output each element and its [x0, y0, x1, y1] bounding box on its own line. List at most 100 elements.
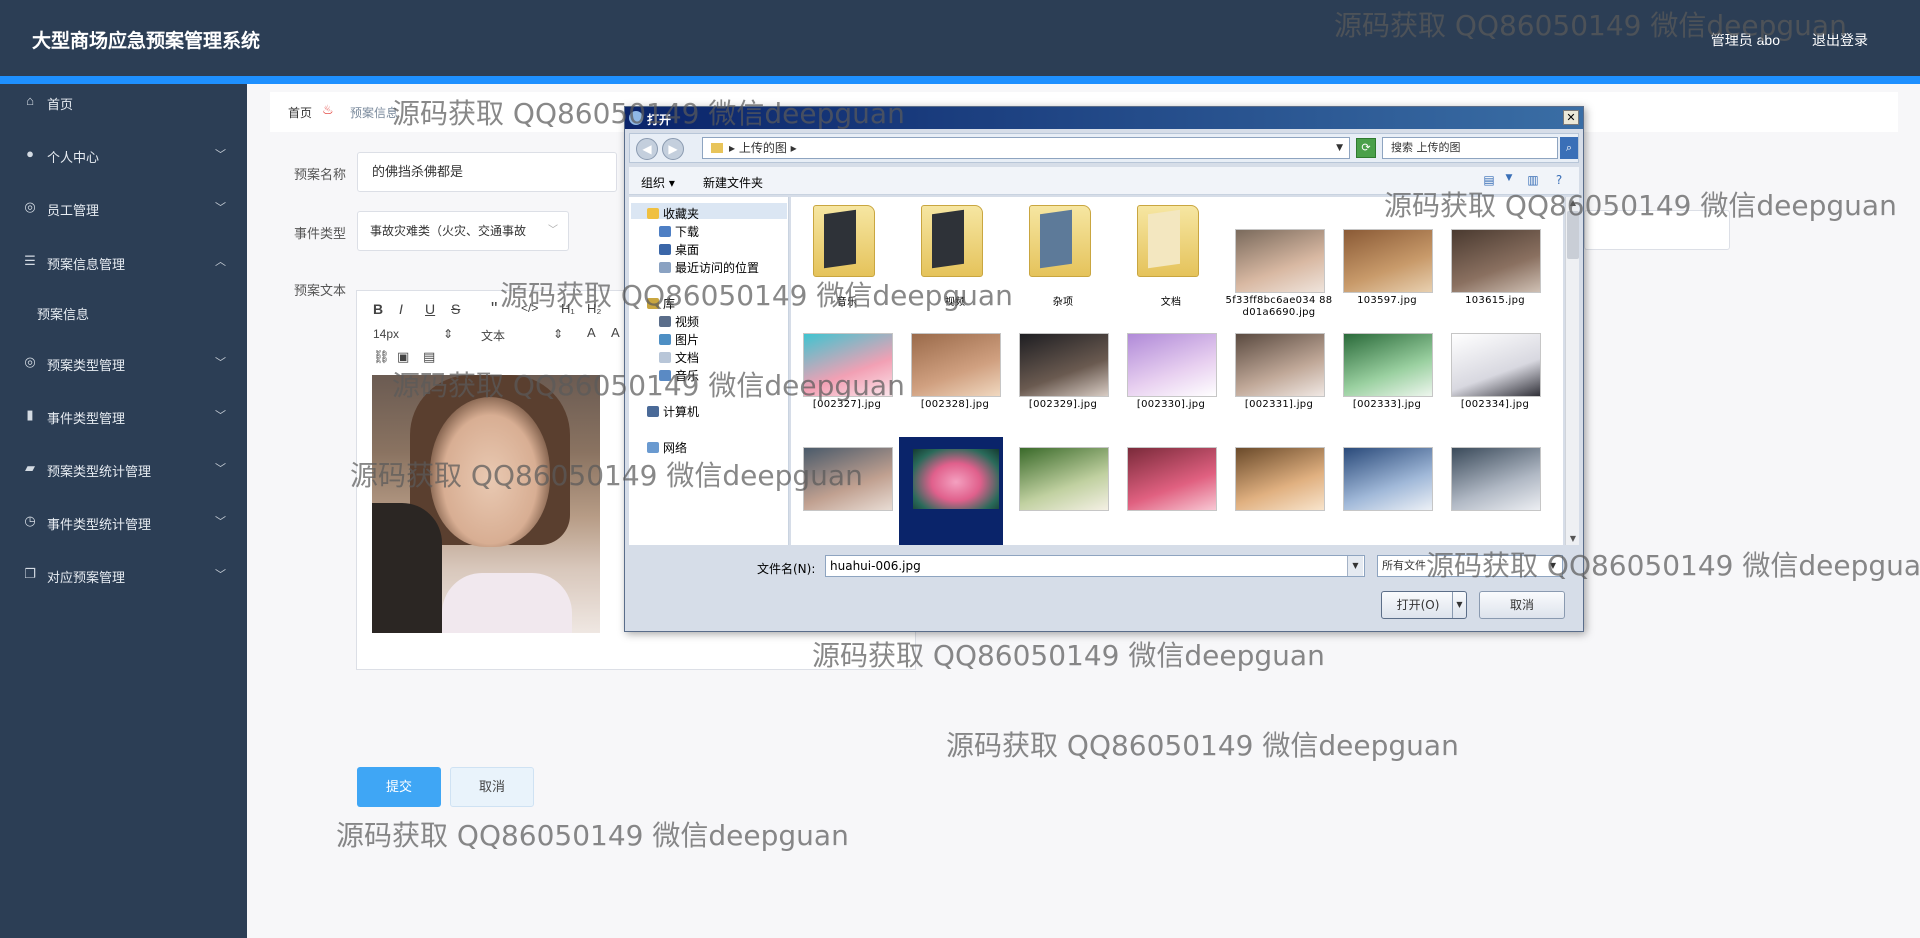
- sidebar-item-home[interactable]: ⌂ 首页: [0, 84, 247, 120]
- sidebar-subitem-plan-info[interactable]: 预案信息: [37, 296, 237, 326]
- image-file-tile[interactable]: 103615.jpg: [1439, 219, 1543, 337]
- back-icon[interactable]: ◀: [636, 138, 658, 160]
- close-icon[interactable]: ✕: [1563, 110, 1579, 125]
- dialog-command-bar: 组织 ▾ 新建文件夹 ▤ ▼ ▥ ?: [629, 167, 1579, 195]
- underline-icon[interactable]: U: [425, 301, 435, 317]
- dialog-title-bar[interactable]: 打开 ✕: [625, 107, 1583, 129]
- image-thumbnail: [803, 447, 893, 511]
- bold-icon[interactable]: B: [373, 301, 383, 317]
- picture-icon: [659, 334, 671, 345]
- background-color-icon[interactable]: A: [611, 325, 620, 340]
- image-file-tile-selected[interactable]: [899, 437, 1003, 545]
- search-input[interactable]: 搜索 上传的图: [1382, 137, 1558, 159]
- chevron-down-icon[interactable]: ▼: [1347, 556, 1363, 576]
- tree-item-videos[interactable]: 视频: [659, 313, 699, 330]
- tree-item-desktop[interactable]: 桌面: [659, 241, 699, 258]
- new-folder-button[interactable]: 新建文件夹: [703, 174, 763, 191]
- plan-name-input[interactable]: 的佛挡杀佛都是: [357, 152, 617, 192]
- video-icon[interactable]: ▤: [423, 349, 435, 365]
- submit-button[interactable]: 提交: [357, 767, 441, 807]
- refresh-icon[interactable]: ⟳: [1356, 138, 1376, 158]
- image-file-tile[interactable]: [1007, 437, 1111, 545]
- sidebar-item-profile[interactable]: ● 个人中心 ﹀: [0, 137, 247, 173]
- image-file-tile[interactable]: [002330].jpg: [1115, 323, 1219, 441]
- image-file-tile[interactable]: [791, 437, 895, 545]
- folder-tile[interactable]: 视频: [899, 197, 1003, 315]
- image-file-tile[interactable]: [002329].jpg: [1007, 323, 1111, 441]
- image-file-tile[interactable]: [1223, 437, 1327, 545]
- sidebar-item-matched-plans[interactable]: ❐ 对应预案管理 ﹀: [0, 557, 247, 593]
- code-icon[interactable]: </>: [521, 301, 538, 315]
- folder-tile[interactable]: 文档: [1115, 197, 1219, 315]
- folder-tile[interactable]: 音乐: [791, 197, 895, 315]
- tree-item-computer[interactable]: 计算机: [647, 403, 699, 420]
- view-mode-icon[interactable]: ▤: [1481, 173, 1497, 187]
- filename-input[interactable]: huahui-006.jpg: [825, 555, 1365, 577]
- folder-icon: [1029, 205, 1091, 277]
- forward-icon[interactable]: ▶: [662, 138, 684, 160]
- italic-icon[interactable]: I: [399, 301, 403, 317]
- sidebar-item-event-type-stats[interactable]: ◷ 事件类型统计管理 ﹀: [0, 504, 247, 540]
- image-file-tile[interactable]: [002328].jpg: [899, 323, 1003, 441]
- tree-item-documents[interactable]: 文档: [659, 349, 699, 366]
- image-file-tile[interactable]: [002327].jpg: [791, 323, 895, 441]
- quote-icon[interactable]: ": [491, 299, 497, 320]
- help-icon[interactable]: ?: [1551, 173, 1567, 187]
- address-bar[interactable]: ▸ 上传的图 ▸ ▼: [702, 137, 1350, 159]
- tree-item-pictures[interactable]: 图片: [659, 331, 699, 348]
- logout-link[interactable]: 退出登录: [1812, 30, 1868, 50]
- search-icon[interactable]: ⌕: [1560, 137, 1578, 159]
- cancel-button[interactable]: 取消: [450, 767, 534, 807]
- heading1-icon[interactable]: H₁: [561, 301, 575, 316]
- image-icon[interactable]: ▣: [397, 349, 409, 365]
- font-size-select[interactable]: 14px: [373, 327, 399, 341]
- tree-item-libraries[interactable]: 库: [647, 295, 675, 312]
- image-thumbnail: [1343, 447, 1433, 511]
- watermark-text: 源码获取 QQ86050149 微信deepguan: [946, 729, 1459, 762]
- right-input-field[interactable]: [1584, 210, 1730, 250]
- image-thumbnail: [1019, 447, 1109, 511]
- image-thumbnail: [1127, 333, 1217, 397]
- image-file-tile[interactable]: [002334].jpg: [1439, 323, 1543, 441]
- open-button[interactable]: 打开(O) ▼: [1381, 591, 1467, 619]
- image-file-tile[interactable]: 103597.jpg: [1331, 219, 1435, 337]
- chat-icon: ▰: [25, 460, 35, 475]
- chevron-down-icon[interactable]: ▼: [1336, 138, 1343, 158]
- tree-item-favorites[interactable]: 收藏夹: [647, 205, 699, 222]
- tree-item-downloads[interactable]: 下载: [659, 223, 699, 240]
- globe-icon: ◎: [24, 199, 36, 214]
- preview-pane-icon[interactable]: ▥: [1525, 173, 1541, 187]
- sidebar-item-staff[interactable]: ◎ 员工管理 ﹀: [0, 190, 247, 226]
- font-color-icon[interactable]: A: [587, 325, 596, 340]
- folder-tile[interactable]: 杂项: [1007, 197, 1111, 315]
- sidebar-item-plan-type-stats[interactable]: ▰ 预案类型统计管理 ﹀: [0, 451, 247, 487]
- image-file-tile[interactable]: 5f33ff8bc6ae034 88d01a6690.jpg: [1223, 219, 1332, 337]
- font-style-select[interactable]: 文本: [481, 327, 505, 344]
- heading2-icon[interactable]: H₂: [587, 301, 601, 316]
- file-type-select[interactable]: 所有文件 ▼: [1377, 555, 1563, 577]
- scroll-down-icon[interactable]: ▼: [1567, 533, 1579, 545]
- image-thumbnail: [1019, 333, 1109, 397]
- scroll-thumb[interactable]: [1567, 211, 1579, 259]
- link-icon[interactable]: ⛓: [373, 349, 390, 365]
- image-file-tile[interactable]: [1439, 437, 1543, 545]
- image-file-tile[interactable]: [002333].jpg: [1331, 323, 1435, 441]
- image-file-tile[interactable]: [1331, 437, 1435, 545]
- sidebar-item-plan-type[interactable]: ◎ 预案类型管理 ﹀: [0, 345, 247, 381]
- strikethrough-icon[interactable]: S: [451, 301, 460, 317]
- organize-button[interactable]: 组织 ▾: [641, 174, 675, 191]
- scroll-up-icon[interactable]: ▲: [1567, 197, 1579, 209]
- chevron-down-icon[interactable]: ▼: [1501, 173, 1517, 187]
- breadcrumb-home[interactable]: 首页: [288, 104, 312, 121]
- image-file-tile[interactable]: [1115, 437, 1219, 545]
- sidebar-item-event-type[interactable]: ▮ 事件类型管理 ﹀: [0, 398, 247, 434]
- tree-item-recent[interactable]: 最近访问的位置: [659, 259, 759, 276]
- event-type-select[interactable]: 事故灾难类（火灾、交通事故 ﹀: [357, 211, 569, 251]
- file-list-scrollbar[interactable]: ▲ ▼: [1565, 197, 1579, 545]
- chevron-down-icon[interactable]: ▼: [1452, 592, 1466, 618]
- tree-item-network[interactable]: 网络: [647, 439, 687, 456]
- dialog-cancel-button[interactable]: 取消: [1479, 591, 1565, 619]
- sidebar-item-plan-info[interactable]: ☰ 预案信息管理 ︿: [0, 244, 247, 280]
- image-file-tile[interactable]: [002331].jpg: [1223, 323, 1327, 441]
- tree-item-music[interactable]: 音乐: [659, 367, 699, 384]
